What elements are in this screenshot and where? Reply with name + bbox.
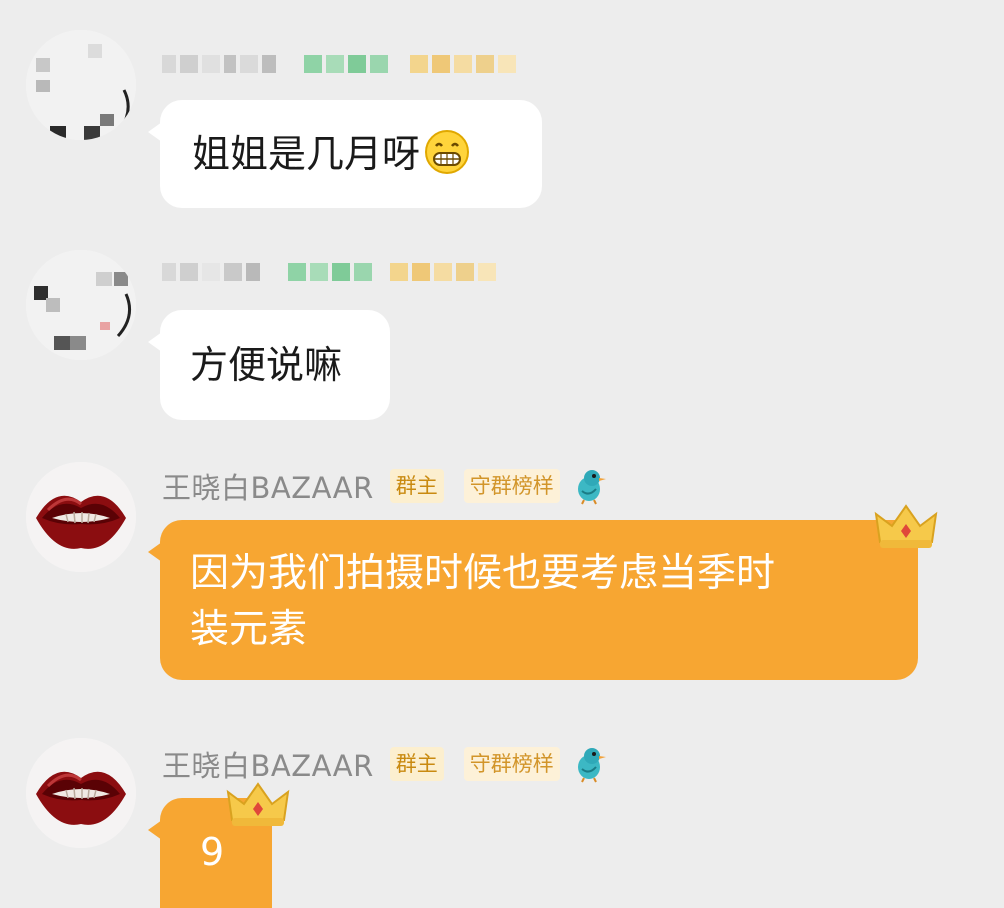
owner-badge: 群主 (389, 469, 444, 503)
crown-icon (874, 504, 938, 548)
rank-badge: 守群榜样 (463, 747, 560, 781)
message-text-line: 装元素 (190, 607, 308, 652)
sender-info: 王晓白BAZAAR 群主 守群榜样 (162, 464, 608, 508)
sender-name[interactable]: 王晓白BAZAAR (162, 465, 374, 507)
message-text: 9 (200, 830, 225, 874)
avatar[interactable] (26, 738, 136, 848)
message-bubble[interactable]: 方便说嘛 (148, 310, 390, 420)
lips-avatar (26, 462, 136, 572)
sender-name-blurred (162, 250, 496, 294)
owner-badge: 群主 (389, 747, 444, 781)
crown-icon (226, 782, 290, 826)
blue-bird-icon (577, 748, 606, 783)
rank-badge: 守群榜样 (463, 469, 560, 503)
message-bubble[interactable]: 因为我们拍摄时候也要考虑当季时 装元素 (148, 520, 918, 680)
grinning-face-emoji (425, 130, 470, 174)
avatar[interactable] (26, 30, 136, 140)
sender-name[interactable]: 王晓白BAZAAR (162, 743, 374, 785)
lips-avatar (26, 738, 136, 848)
message-text: 姐姐是几月呀 (192, 132, 421, 176)
blurred-avatar (26, 30, 136, 140)
blurred-avatar (26, 250, 136, 360)
avatar[interactable] (26, 250, 136, 360)
message-text: 方便说嘛 (190, 343, 343, 387)
avatar[interactable] (26, 462, 136, 572)
message-bubble[interactable]: 姐姐是几月呀 (148, 100, 542, 208)
blue-bird-icon (577, 470, 606, 505)
message-text-line: 因为我们拍摄时候也要考虑当季时 (190, 551, 776, 596)
sender-name-blurred (162, 42, 516, 86)
